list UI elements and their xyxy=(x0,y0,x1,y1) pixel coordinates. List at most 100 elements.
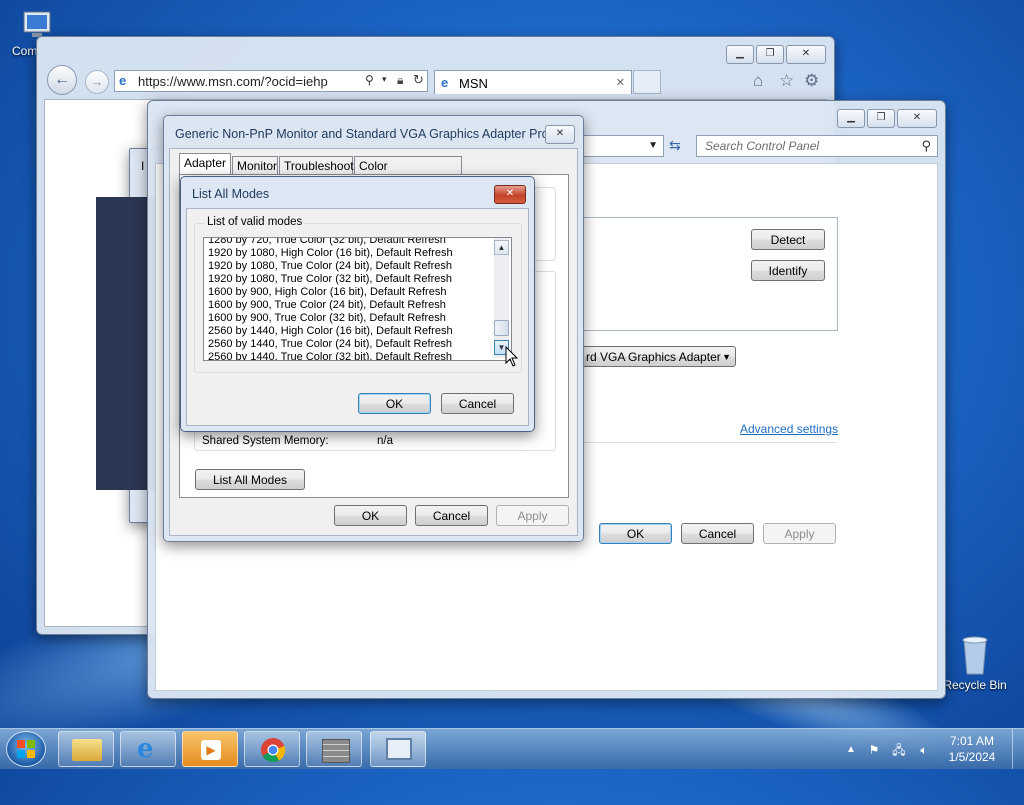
advanced-settings-link[interactable]: Advanced settings xyxy=(740,422,838,436)
close-button[interactable]: ✕ xyxy=(897,109,937,128)
clock[interactable]: 7:01 AM 1/5/2024 xyxy=(944,733,1000,765)
search-icon[interactable]: ⚲ xyxy=(365,73,374,87)
adapter-close-button[interactable]: ✕ xyxy=(545,125,575,144)
apply-button[interactable]: Apply xyxy=(763,523,836,544)
list-item[interactable]: 1920 by 1080, True Color (32 bit), Defau… xyxy=(204,273,494,286)
address-text: https://www.msn.com/?ocid=iehp xyxy=(138,74,328,89)
taskbar-display-settings[interactable] xyxy=(370,731,426,767)
display-select[interactable]: rd VGA Graphics Adapter ▼ xyxy=(581,346,736,367)
ok-button[interactable]: OK xyxy=(599,523,672,544)
taskbar-chrome[interactable] xyxy=(244,731,300,767)
scroll-thumb[interactable] xyxy=(494,320,509,336)
close-button[interactable]: ✕ xyxy=(786,45,826,64)
refresh-arrows-icon[interactable]: ⇆ xyxy=(669,137,681,154)
taskbar: e ▶ ▲ ⚑ 🖧 🔈︎ 7:01 AM 1/5/2024 xyxy=(0,728,1024,769)
arrow-left-icon: ← xyxy=(54,71,70,88)
adapter-apply-button[interactable]: Apply xyxy=(496,505,569,526)
forward-button[interactable]: → xyxy=(85,70,109,94)
show-desktop-button[interactable] xyxy=(1012,729,1024,769)
list-item[interactable]: 1600 by 900, True Color (32 bit), Defaul… xyxy=(204,312,494,325)
settings-gear-icon[interactable]: ⚙ xyxy=(804,71,819,91)
volume-muted-icon[interactable]: 🔈︎ xyxy=(916,743,932,757)
adapter-dialog-title: Generic Non-PnP Monitor and Standard VGA… xyxy=(175,127,560,141)
dropdown-icon[interactable]: ▾ xyxy=(382,74,387,85)
list-item[interactable]: 1600 by 900, True Color (24 bit), Defaul… xyxy=(204,299,494,312)
list-all-modes-button[interactable]: List All Modes xyxy=(195,469,305,490)
taskbar-media-player[interactable]: ▶ xyxy=(182,731,238,767)
ie-page-icon: e xyxy=(119,73,127,88)
chevron-up-icon: ▲ xyxy=(497,243,506,252)
modes-ok-button[interactable]: OK xyxy=(358,393,431,414)
list-item[interactable]: 1280 by 720, True Color (32 bit), Defaul… xyxy=(204,238,494,247)
listbox-scrollbar[interactable]: ▲ ▼ xyxy=(494,238,509,358)
media-player-icon: ▶ xyxy=(201,740,221,760)
shared-memory-value: n/a xyxy=(377,435,393,447)
modes-cancel-button[interactable]: Cancel xyxy=(441,393,514,414)
chrome-icon xyxy=(260,737,286,763)
adapter-ok-button[interactable]: OK xyxy=(334,505,407,526)
browser-caption-buttons: ▁ ❐ ✕ xyxy=(726,45,826,64)
tab-color-management[interactable]: Color Management xyxy=(354,156,462,191)
tab-adapter[interactable]: Adapter xyxy=(179,153,231,174)
list-item[interactable]: 1920 by 1080, True Color (24 bit), Defau… xyxy=(204,260,494,273)
maximize-button[interactable]: ❐ xyxy=(756,45,784,64)
modes-dialog-body: List of valid modes 1280 by 720, True Co… xyxy=(186,208,529,426)
refresh-icon[interactable]: ↻ xyxy=(413,72,424,88)
new-tab-button[interactable] xyxy=(633,70,661,94)
list-all-modes-dialog: List All Modes ✕ List of valid modes 128… xyxy=(180,176,535,432)
list-item[interactable]: 2560 by 1440, True Color (24 bit), Defau… xyxy=(204,338,494,351)
show-hidden-icons-icon[interactable]: ▲ xyxy=(843,743,859,757)
network-icon[interactable]: 🖧 xyxy=(891,743,907,757)
browser-tab[interactable]: e MSN ✕ xyxy=(434,70,632,94)
taskbar-firewall[interactable] xyxy=(306,731,362,767)
display-select-value: rd VGA Graphics Adapter xyxy=(586,350,721,364)
maximize-button[interactable]: ❐ xyxy=(867,109,895,128)
list-item[interactable]: 2560 by 1440, High Color (16 bit), Defau… xyxy=(204,325,494,338)
search-icon: ⚲ xyxy=(921,138,931,153)
ie-tab-icon: e xyxy=(441,75,449,90)
back-button[interactable]: ← xyxy=(47,65,77,95)
address-dropdown[interactable]: ▼ xyxy=(578,135,664,157)
modes-listbox[interactable]: 1280 by 720, True Color (32 bit), Defaul… xyxy=(203,237,512,361)
chevron-down-icon: ▼ xyxy=(722,352,731,362)
tab-title: MSN xyxy=(459,76,488,91)
firewall-icon xyxy=(322,739,350,763)
favorites-star-icon[interactable]: ☆ xyxy=(779,71,794,91)
taskbar-explorer[interactable] xyxy=(58,731,114,767)
start-button[interactable] xyxy=(6,731,46,767)
ie-icon: e xyxy=(137,734,154,764)
list-item[interactable]: 1920 by 1080, High Color (16 bit), Defau… xyxy=(204,247,494,260)
search-box[interactable]: Search Control Panel ⚲ xyxy=(696,135,938,157)
adapter-cancel-button[interactable]: Cancel xyxy=(415,505,488,526)
scroll-up-button[interactable]: ▲ xyxy=(494,240,509,255)
detect-button[interactable]: Detect xyxy=(751,229,825,250)
list-item[interactable]: 2560 by 1440, True Color (32 bit), Defau… xyxy=(204,351,494,360)
tab-troubleshoot[interactable]: Troubleshoot xyxy=(279,156,354,174)
modes-close-button[interactable]: ✕ xyxy=(494,185,526,204)
control-panel-caption-buttons: ▁ ❐ ✕ xyxy=(837,109,937,128)
windows-logo-icon xyxy=(17,740,35,758)
arrow-right-icon: → xyxy=(90,74,104,89)
desktop-icon-recycle-bin[interactable]: Recycle Bin xyxy=(942,630,1008,692)
chevron-down-icon: ▼ xyxy=(648,140,658,151)
home-icon[interactable]: ⌂ xyxy=(753,71,763,91)
address-bar[interactable]: e https://www.msn.com/?ocid=iehp ⚲ ▾ 🔒︎ … xyxy=(114,70,428,92)
tab-monitor[interactable]: Monitor xyxy=(232,156,278,174)
list-item[interactable]: 1600 by 900, High Color (16 bit), Defaul… xyxy=(204,286,494,299)
mouse-cursor xyxy=(505,345,519,368)
minimize-button[interactable]: ▁ xyxy=(837,109,865,128)
divider xyxy=(582,442,836,443)
identify-button[interactable]: Identify xyxy=(751,260,825,281)
search-placeholder: Search Control Panel xyxy=(705,139,820,153)
taskbar-internet-explorer[interactable]: e xyxy=(120,731,176,767)
recycle-bin-icon xyxy=(955,630,995,678)
lock-icon: 🔒︎ xyxy=(397,73,404,87)
display-settings-icon xyxy=(386,738,412,760)
folder-icon xyxy=(72,739,102,761)
tab-close-icon[interactable]: ✕ xyxy=(616,76,625,89)
cancel-button[interactable]: Cancel xyxy=(681,523,754,544)
minimize-button[interactable]: ▁ xyxy=(726,45,754,64)
modes-dialog-title: List All Modes xyxy=(192,187,270,201)
action-center-icon[interactable]: ⚑ xyxy=(866,743,882,757)
tab-strip: Adapter Monitor Troubleshoot Color Manag… xyxy=(179,153,569,191)
